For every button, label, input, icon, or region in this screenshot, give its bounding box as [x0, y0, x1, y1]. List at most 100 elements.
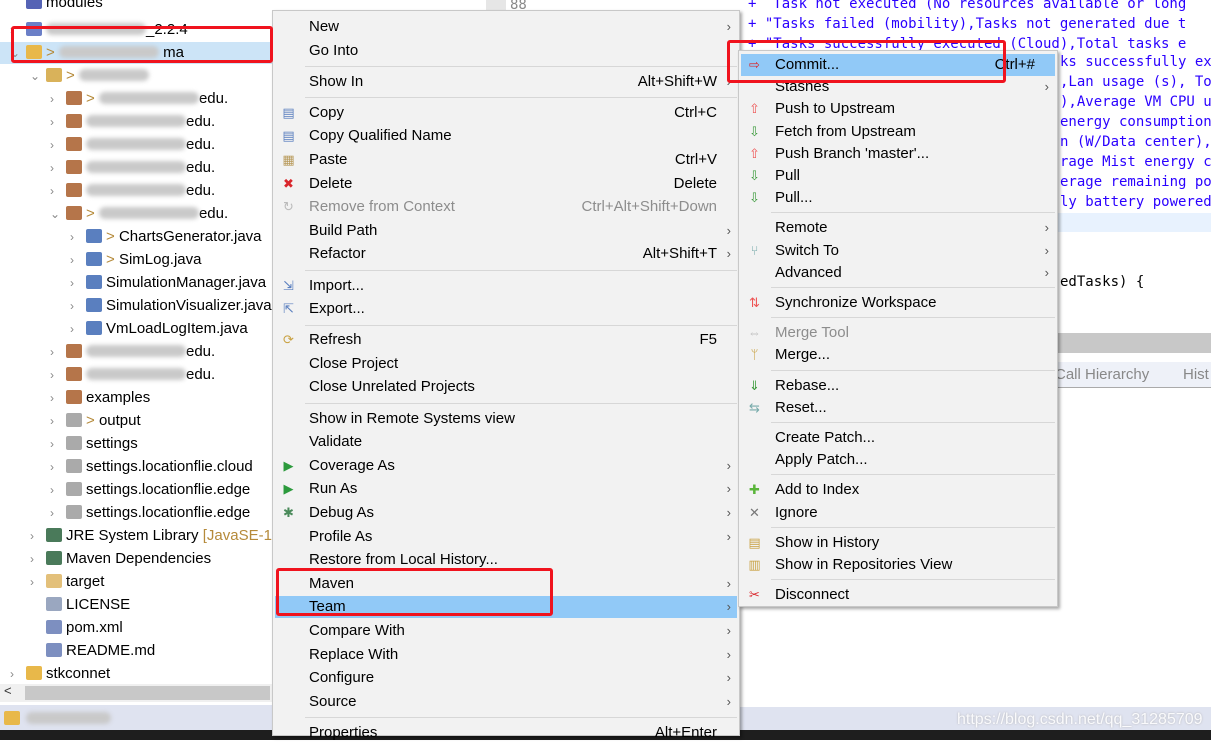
- menu-item-coverage-as[interactable]: ▶ Coverage As ›: [275, 455, 737, 477]
- tree-item[interactable]: › VmLoadLogItem.java: [0, 318, 275, 340]
- tree-item[interactable]: LICENSE: [0, 594, 275, 616]
- menu-item-debug-as[interactable]: ✱ Debug As ›: [275, 502, 737, 524]
- chevron-right-icon[interactable]: ›: [70, 295, 80, 317]
- menu-item-copy-qualified-name[interactable]: ▤ Copy Qualified Name: [275, 125, 737, 147]
- tree-item[interactable]: › settings.locationflie.cloud: [0, 456, 275, 478]
- menu-item-merge-tool[interactable]: ⇔ Merge Tool: [741, 322, 1055, 344]
- chevron-right-icon[interactable]: ›: [50, 134, 60, 156]
- tree-item[interactable]: › edu.: [0, 341, 275, 363]
- chevron-right-icon[interactable]: ›: [50, 410, 60, 432]
- menu-item-source[interactable]: Source ›: [275, 691, 737, 713]
- menu-item-pull[interactable]: ⇩ Pull...: [741, 187, 1055, 209]
- tree-item[interactable]: ⌄ >: [0, 65, 275, 87]
- menu-item-new[interactable]: New ›: [275, 16, 737, 38]
- menu-item-push-branch-master[interactable]: ⇧ Push Branch 'master'...: [741, 143, 1055, 165]
- tree-item[interactable]: › edu.: [0, 134, 275, 156]
- tree-item[interactable]: › settings.locationflie.edge: [0, 479, 275, 501]
- tree-item[interactable]: › > output: [0, 410, 275, 432]
- chevron-right-icon[interactable]: ›: [50, 341, 60, 363]
- chevron-right-icon[interactable]: ›: [30, 548, 40, 570]
- tree-item[interactable]: › examples: [0, 387, 275, 409]
- menu-item-merge[interactable]: ᛘ Merge...: [741, 344, 1055, 366]
- menu-item-delete[interactable]: ✖ Delete Delete: [275, 173, 737, 195]
- chevron-right-icon[interactable]: ›: [70, 272, 80, 294]
- chevron-right-icon[interactable]: ›: [30, 571, 40, 593]
- package-explorer-tree[interactable]: modules › _2.2.4 ⌄ > ma ⌄ > › > edu. › edu. › edu. ›…: [0, 0, 275, 705]
- menu-item-refactor[interactable]: Refactor Alt+Shift+T ›: [275, 243, 737, 265]
- menu-item-paste[interactable]: ▦ Paste Ctrl+V: [275, 149, 737, 171]
- tree-item[interactable]: › edu.: [0, 111, 275, 133]
- chevron-right-icon[interactable]: ›: [50, 157, 60, 179]
- menu-item-rebase[interactable]: ⇓ Rebase...: [741, 375, 1055, 397]
- tree-item[interactable]: › SimulationManager.java: [0, 272, 275, 294]
- chevron-right-icon[interactable]: ›: [50, 88, 60, 110]
- tab-history[interactable]: Hist: [1183, 366, 1209, 383]
- tree-item[interactable]: › > SimLog.java: [0, 249, 275, 271]
- scrollbar-thumb[interactable]: [25, 686, 270, 700]
- chevron-right-icon[interactable]: ›: [70, 249, 80, 271]
- menu-item-close-unrelated-projects[interactable]: Close Unrelated Projects: [275, 376, 737, 398]
- chevron-right-icon[interactable]: ›: [50, 111, 60, 133]
- chevron-right-icon[interactable]: ›: [50, 433, 60, 455]
- tree-item[interactable]: › settings.locationflie.edge: [0, 502, 275, 524]
- menu-item-remote[interactable]: Remote ›: [741, 217, 1055, 239]
- chevron-right-icon[interactable]: ›: [70, 318, 80, 340]
- menu-item-apply-patch[interactable]: Apply Patch...: [741, 449, 1055, 471]
- menu-item-validate[interactable]: Validate: [275, 431, 737, 453]
- tree-item[interactable]: ⌄ > edu.: [0, 203, 275, 225]
- menu-item-configure[interactable]: Configure ›: [275, 667, 737, 689]
- menu-item-show-in[interactable]: Show In Alt+Shift+W ›: [275, 71, 737, 93]
- tree-item[interactable]: › JRE System Library [JavaSE-1: [0, 525, 275, 547]
- tree-item[interactable]: › Maven Dependencies: [0, 548, 275, 570]
- menu-item-compare-with[interactable]: Compare With ›: [275, 620, 737, 642]
- menu-item-export[interactable]: ⇱ Export...: [275, 298, 737, 320]
- menu-item-profile-as[interactable]: Profile As ›: [275, 526, 737, 548]
- menu-item-replace-with[interactable]: Replace With ›: [275, 644, 737, 666]
- chevron-right-icon[interactable]: ›: [30, 525, 40, 547]
- menu-item-create-patch[interactable]: Create Patch...: [741, 427, 1055, 449]
- tree-item[interactable]: modules: [0, 0, 275, 14]
- tree-item[interactable]: › SimulationVisualizer.java: [0, 295, 275, 317]
- chevron-right-icon[interactable]: ›: [50, 364, 60, 386]
- menu-item-fetch-from-upstream[interactable]: ⇩ Fetch from Upstream: [741, 121, 1055, 143]
- menu-item-synchronize-workspace[interactable]: ⇅ Synchronize Workspace: [741, 292, 1055, 314]
- menu-item-show-in-repositories-view[interactable]: ▥ Show in Repositories View: [741, 554, 1055, 576]
- chevron-down-icon[interactable]: ⌄: [50, 203, 60, 225]
- menu-item-properties[interactable]: Properties Alt+Enter: [275, 722, 737, 744]
- chevron-right-icon[interactable]: ›: [70, 226, 80, 248]
- chevron-down-icon[interactable]: ⌄: [30, 65, 40, 87]
- tree-item[interactable]: › edu.: [0, 364, 275, 386]
- menu-item-go-into[interactable]: Go Into: [275, 40, 737, 62]
- menu-item-ignore[interactable]: ✕ Ignore: [741, 502, 1055, 524]
- tree-item[interactable]: › edu.: [0, 180, 275, 202]
- menu-item-refresh[interactable]: ⟳ Refresh F5: [275, 329, 737, 351]
- chevron-right-icon[interactable]: ›: [50, 479, 60, 501]
- menu-item-pull[interactable]: ⇩ Pull: [741, 165, 1055, 187]
- tree-item[interactable]: › stkconnet: [0, 663, 275, 685]
- menu-item-push-to-upstream[interactable]: ⇧ Push to Upstream: [741, 98, 1055, 120]
- menu-item-switch-to[interactable]: ⑂ Switch To ›: [741, 240, 1055, 262]
- chevron-right-icon[interactable]: ›: [50, 180, 60, 202]
- menu-item-disconnect[interactable]: ✂ Disconnect: [741, 584, 1055, 606]
- tree-item[interactable]: › edu.: [0, 157, 275, 179]
- chevron-right-icon[interactable]: ›: [50, 387, 60, 409]
- tree-item[interactable]: README.md: [0, 640, 275, 662]
- menu-item-reset[interactable]: ⇆ Reset...: [741, 397, 1055, 419]
- menu-item-build-path[interactable]: Build Path ›: [275, 220, 737, 242]
- tree-item[interactable]: › settings: [0, 433, 275, 455]
- chevron-right-icon[interactable]: ›: [50, 502, 60, 524]
- chevron-right-icon[interactable]: ›: [10, 663, 20, 685]
- tree-item[interactable]: › > ChartsGenerator.java: [0, 226, 275, 248]
- menu-item-import[interactable]: ⇲ Import...: [275, 275, 737, 297]
- menu-item-show-in-remote-systems-view[interactable]: Show in Remote Systems view: [275, 408, 737, 430]
- tree-item[interactable]: › target: [0, 571, 275, 593]
- menu-item-close-project[interactable]: Close Project: [275, 353, 737, 375]
- menu-item-show-in-history[interactable]: ▤ Show in History: [741, 532, 1055, 554]
- tree-item[interactable]: › > edu.: [0, 88, 275, 110]
- tree-item[interactable]: pom.xml: [0, 617, 275, 639]
- menu-item-copy[interactable]: ▤ Copy Ctrl+C: [275, 102, 737, 124]
- chevron-right-icon[interactable]: ›: [50, 456, 60, 478]
- menu-item-remove-from-context[interactable]: ↻ Remove from Context Ctrl+Alt+Shift+Down: [275, 196, 737, 218]
- menu-item-add-to-index[interactable]: ✚ Add to Index: [741, 479, 1055, 501]
- menu-item-advanced[interactable]: Advanced ›: [741, 262, 1055, 284]
